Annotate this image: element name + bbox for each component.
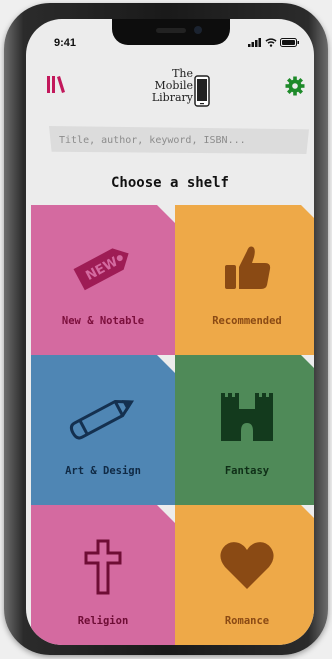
app-logo: The Mobile Library [141, 68, 213, 120]
shelf-tile-fantasy[interactable]: Fantasy [175, 355, 314, 505]
settings-gear-icon[interactable] [285, 76, 305, 100]
search-input[interactable] [49, 126, 309, 154]
shelf-tile-religion[interactable]: Religion [31, 505, 175, 645]
tile-corner [301, 505, 314, 523]
shelf-tile-new-notable[interactable]: NEW New & Notable [31, 205, 175, 355]
battery-icon [280, 38, 299, 47]
app-header: The Mobile Library [26, 59, 314, 119]
status-icons [248, 38, 300, 47]
shelf-label: Romance [224, 615, 270, 627]
pencil-icon [69, 399, 134, 440]
cross-icon [84, 539, 122, 595]
shelf-tile-art-design[interactable]: Art & Design [31, 355, 175, 505]
thumbs-up-icon [225, 246, 271, 289]
logo-text: The Mobile Library [152, 68, 193, 104]
notch [112, 19, 230, 45]
library-shelf-icon[interactable] [46, 75, 66, 99]
shelf-label: Art & Design [65, 465, 141, 477]
heart-icon [220, 542, 274, 589]
tile-corner [157, 355, 175, 373]
signal-icon [248, 38, 261, 47]
shelf-tile-romance[interactable]: Romance [175, 505, 314, 645]
phone-logo-icon [194, 75, 210, 107]
castle-icon [221, 393, 273, 441]
shelf-label: New & Notable [61, 315, 145, 327]
tile-corner [301, 205, 314, 223]
new-tag-icon: NEW [73, 248, 129, 291]
shelf-label: Fantasy [224, 465, 270, 477]
phone-frame: 9:41 The Mobile Library Title, author, k… [4, 3, 328, 655]
tile-corner [301, 355, 314, 373]
app-screen: 9:41 The Mobile Library Title, author, k… [26, 19, 314, 645]
tile-corner [157, 205, 175, 223]
speaker [156, 28, 186, 33]
tile-corner [157, 505, 175, 523]
camera [194, 26, 202, 34]
status-time: 9:41 [54, 37, 77, 49]
wifi-icon [265, 38, 277, 47]
shelf-label: Recommended [212, 315, 282, 327]
logo-line-library: Library [151, 91, 193, 104]
shelf-label: Religion [77, 615, 129, 627]
shelf-grid: NEW New & Notable Recommended Art & Desi… [31, 205, 314, 645]
choose-shelf-heading: Choose a shelf [110, 175, 229, 191]
shelf-tile-recommended[interactable]: Recommended [175, 205, 314, 355]
